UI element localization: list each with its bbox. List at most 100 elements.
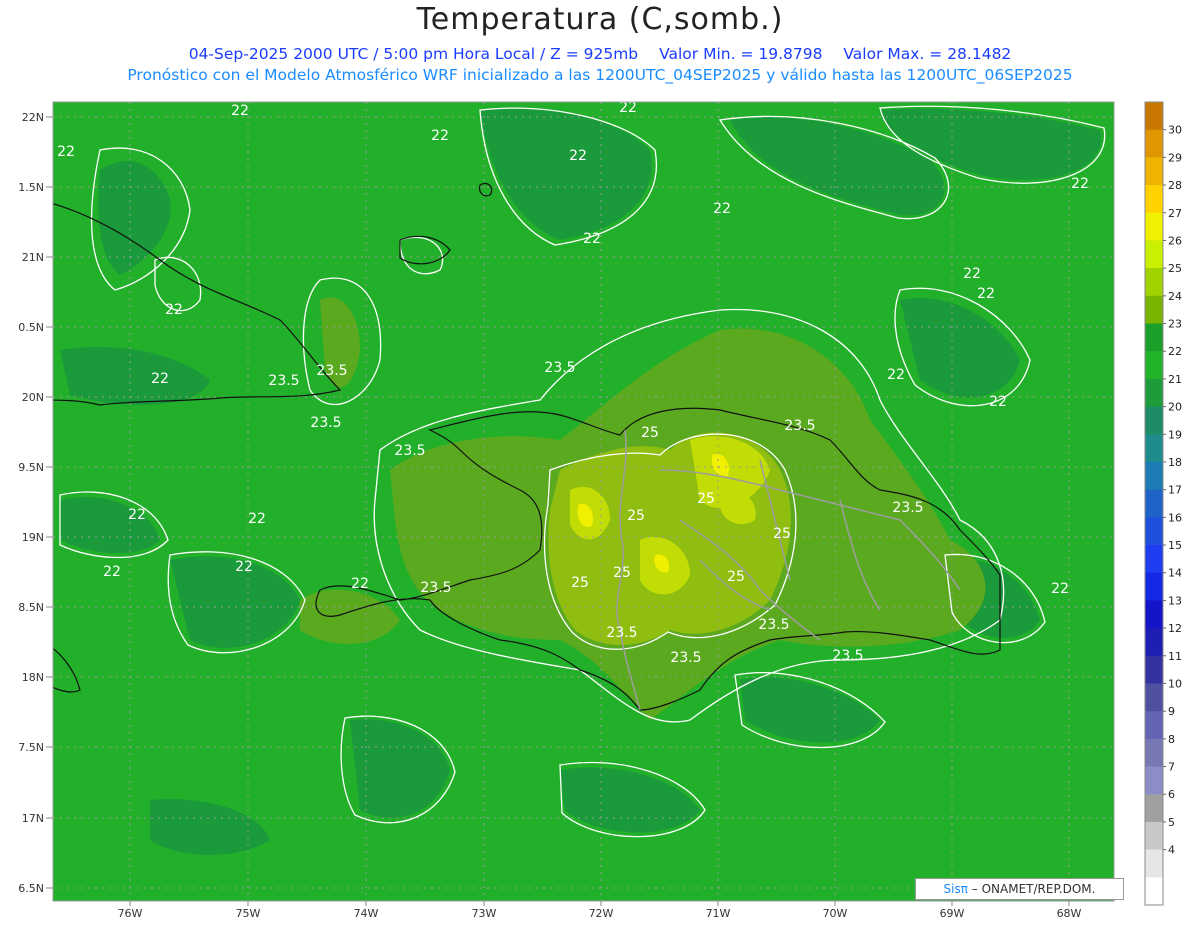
colorbar-tick-label: 28 — [1168, 179, 1182, 192]
contour-label: 23.5 — [832, 648, 863, 664]
colorbar-swatch — [1145, 378, 1163, 408]
contour-label: 22 — [713, 201, 731, 217]
colorbar-tick-label: 23 — [1168, 318, 1182, 331]
contour-label: 25 — [571, 575, 589, 591]
latitude-label: 1.5N — [18, 181, 44, 194]
contour-label: 22 — [1051, 581, 1069, 597]
contour-label: 22 — [977, 286, 995, 302]
contour-label: 22 — [231, 103, 249, 119]
colorbar-ticks: 30 29 28 27 26 25 24 23 22 21 20 19 18 17 16 15 14 13 12 11… — [1163, 124, 1182, 857]
latitude-label: 21N — [22, 251, 44, 264]
colorbar-tick-label: 19 — [1168, 428, 1182, 441]
contour-label: 22 — [248, 511, 266, 527]
latitude-label: 22N — [22, 111, 44, 124]
longitude-label: 74W — [354, 907, 379, 920]
contour-label: 22 — [431, 128, 449, 144]
temperature-map: 222222222222222222222222 222222 2222 2222 22… — [18, 101, 1182, 920]
colorbar-swatch — [1145, 212, 1163, 241]
colorbar-tick-label: 24 — [1168, 290, 1182, 303]
colorbar-swatch — [1145, 129, 1163, 158]
colorbar-tick-label: 11 — [1168, 650, 1182, 663]
colorbar-swatch — [1145, 545, 1163, 574]
latitude-label: 7.5N — [18, 741, 44, 754]
latitude-label: 19N — [22, 531, 44, 544]
contour-label: 22 — [887, 367, 905, 383]
colorbar-swatch — [1145, 821, 1163, 851]
contour-label: 22 — [151, 371, 169, 387]
map-plot-area: 222222222222222222222222 222222 2222 2222 22… — [53, 102, 1114, 901]
colorbar-tick-label: 29 — [1168, 151, 1182, 164]
latitude-label: 6.5N — [18, 882, 44, 895]
longitude-label: 69W — [940, 907, 965, 920]
colorbar-tick-label: 18 — [1168, 456, 1182, 469]
contour-label: 23.5 — [892, 500, 923, 516]
contour-label: 23.5 — [394, 443, 425, 459]
colorbar-swatch — [1145, 295, 1163, 325]
colorbar-swatch — [1145, 434, 1163, 463]
longitude-label: 75W — [236, 907, 261, 920]
contour-label: 23.5 — [268, 373, 299, 389]
contour-label: 23.5 — [784, 418, 815, 434]
contour-label: 23.5 — [420, 580, 451, 596]
longitude-label: 68W — [1057, 907, 1082, 920]
longitude-label: 70W — [823, 907, 848, 920]
contour-label: 22 — [103, 564, 121, 580]
colorbar-swatch — [1145, 240, 1163, 269]
colorbar-swatch — [1145, 102, 1163, 131]
contour-label: 23.5 — [606, 625, 637, 641]
colorbar-tick-label: 13 — [1168, 594, 1182, 607]
colorbar-tick-label: 7 — [1168, 761, 1175, 774]
colorbar-swatch — [1145, 655, 1163, 684]
colorbar-tick-label: 12 — [1168, 622, 1182, 635]
contour-label: 25 — [727, 569, 745, 585]
longitude-label: 71W — [706, 907, 731, 920]
latitude-label: 8.5N — [18, 601, 44, 614]
latitude-labels: 22N 1.5N 21N 0.5N 20N 9.5N 19N 8.5N 18N 7.5N 17N 6.… — [18, 111, 53, 895]
credit-text: – ONAMET/REP.DOM. — [971, 882, 1096, 896]
contour-label: 22 — [583, 231, 601, 247]
colorbar-swatch — [1145, 683, 1163, 712]
colorbar-swatch — [1145, 351, 1163, 380]
colorbar-swatch — [1145, 268, 1163, 297]
colorbar-tick-label: 25 — [1168, 262, 1182, 275]
colorbar-tick-label: 5 — [1168, 816, 1175, 829]
contour-label: 25 — [627, 508, 645, 524]
contour-label: 22 — [235, 559, 253, 575]
colorbar-swatch — [1145, 517, 1163, 546]
latitude-label: 0.5N — [18, 321, 44, 334]
colorbar-swatch — [1145, 877, 1163, 906]
contour-label: 23.5 — [310, 415, 341, 431]
colorbar-swatch — [1145, 766, 1163, 795]
colorbar-tick-label: 30 — [1168, 124, 1182, 137]
colorbar-tick-label: 21 — [1168, 373, 1182, 386]
credit-box: Sisπ – ONAMET/REP.DOM. — [915, 878, 1124, 900]
contour-label: 22 — [128, 507, 146, 523]
contour-label: 22 — [57, 144, 75, 160]
colorbar-tick-label: 16 — [1168, 511, 1182, 524]
colorbar-tick-label: 27 — [1168, 207, 1182, 220]
colorbar-swatch — [1145, 849, 1163, 878]
colorbar-swatch — [1145, 738, 1163, 768]
colorbar-swatch — [1145, 711, 1163, 740]
colorbar-swatch — [1145, 406, 1163, 435]
colorbar-swatch — [1145, 628, 1163, 657]
colorbar-swatch — [1145, 572, 1163, 601]
contour-label: 25 — [613, 565, 631, 581]
colorbar — [1144, 101, 1164, 906]
contour-label: 22 — [963, 266, 981, 282]
colorbar-swatch — [1145, 794, 1163, 823]
colorbar-swatch — [1145, 323, 1163, 352]
colorbar-swatch — [1145, 600, 1163, 629]
contour-label: 23.5 — [544, 360, 575, 376]
contour-label: 25 — [773, 526, 791, 542]
colorbar-swatch — [1145, 185, 1163, 214]
colorbar-tick-label: 20 — [1168, 401, 1182, 414]
longitude-label: 76W — [118, 907, 143, 920]
colorbar-tick-label: 14 — [1168, 567, 1182, 580]
contour-label: 22 — [351, 576, 369, 592]
longitude-label: 72W — [589, 907, 614, 920]
colorbar-tick-label: 10 — [1168, 677, 1182, 690]
colorbar-tick-label: 9 — [1168, 705, 1175, 718]
contour-label: 22 — [569, 148, 587, 164]
latitude-label: 17N — [22, 812, 44, 825]
